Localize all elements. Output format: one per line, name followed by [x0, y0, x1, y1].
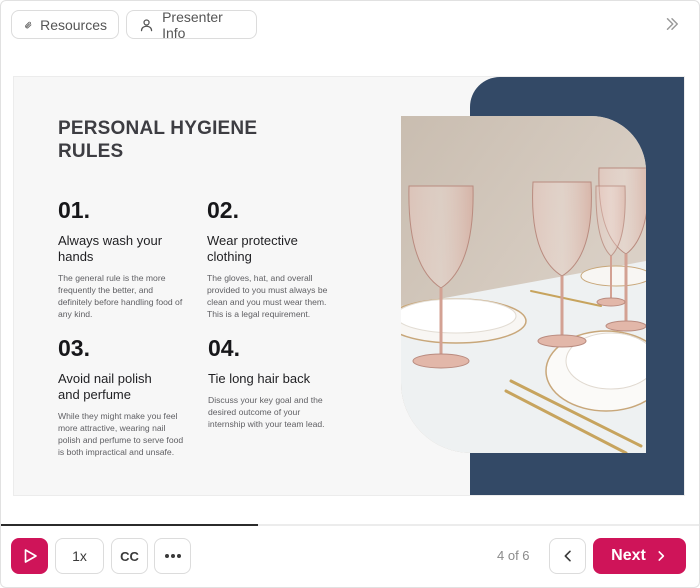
resources-button[interactable]: Resources [11, 10, 119, 39]
rule-01: 01. Always wash your hands The general r… [58, 197, 198, 320]
previous-button[interactable] [549, 538, 586, 574]
chevron-left-icon [564, 550, 571, 562]
rule-heading: Tie long hair back [208, 371, 311, 386]
ellipsis-icon [164, 554, 181, 558]
rule-number: 03. [58, 335, 90, 361]
next-label: Next [611, 547, 646, 564]
play-button[interactable] [11, 538, 48, 574]
top-bar: Resources Presenter Info [1, 1, 699, 49]
rule-03: 03. Avoid nail polish and perfume While … [58, 335, 198, 458]
rule-04: 04. Tie long hair back Discuss your key … [208, 335, 348, 430]
wine-glasses-illustration [401, 116, 646, 453]
slide-canvas: PERSONAL HYGIENE RULES 01. Always wash y… [13, 76, 685, 496]
double-chevron-right-icon[interactable] [663, 15, 681, 33]
rule-description: The general rule is the more frequently … [58, 273, 183, 319]
closed-captions-button[interactable]: CC [111, 538, 148, 574]
player-frame: Resources Presenter Info PERSONAL HYGIEN… [0, 0, 700, 588]
presenter-info-button[interactable]: Presenter Info [126, 8, 257, 41]
paperclip-icon [25, 21, 32, 28]
rule-heading: Avoid nail polish and perfume [58, 371, 152, 402]
table-setting-photo [401, 116, 646, 453]
resources-label: Resources [40, 16, 107, 33]
rule-description: Discuss your key goal and the desired ou… [208, 395, 325, 429]
rule-number: 02. [207, 197, 239, 223]
rule-heading: Always wash your hands [58, 233, 163, 264]
rule-description: While they might make you feel more attr… [58, 411, 184, 457]
page-indicator: 4 of 6 [497, 548, 530, 563]
play-icon [24, 549, 37, 563]
playback-speed-button[interactable]: 1x [55, 538, 104, 574]
presenter-info-label: Presenter Info [162, 8, 223, 41]
rule-description: The gloves, hat, and overall provided to… [207, 273, 328, 319]
rule-heading: Wear protective clothing [207, 233, 298, 264]
more-options-button[interactable] [154, 538, 191, 574]
slide-title: PERSONAL HYGIENE RULES [58, 118, 258, 162]
chevron-right-icon [658, 551, 664, 561]
person-icon [140, 18, 153, 31]
rule-02: 02. Wear protective clothing The gloves,… [207, 197, 347, 320]
bottom-bar: 1x CC 4 of 6 Next [1, 526, 699, 587]
next-button[interactable]: Next [593, 538, 686, 574]
rule-number: 04. [208, 335, 240, 361]
rule-number: 01. [58, 197, 90, 223]
